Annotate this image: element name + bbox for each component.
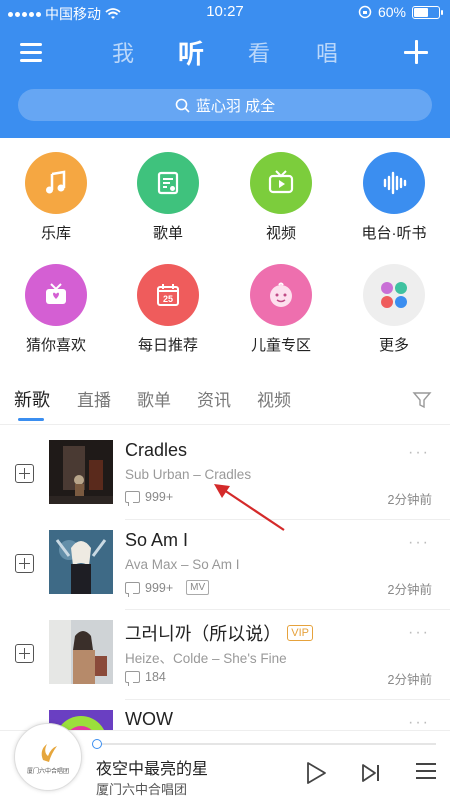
choir-logo <box>41 743 57 762</box>
search-bar[interactable]: 蓝心羽 成全 <box>18 89 432 121</box>
menu-icon[interactable] <box>20 43 42 62</box>
category-radio-audiobooks[interactable]: 电台·听书 <box>344 152 444 243</box>
song-title: So Am I <box>125 530 189 550</box>
search-placeholder: 蓝心羽 成全 <box>195 97 276 115</box>
tab-videos[interactable]: 视频 <box>257 386 291 411</box>
category-guess-you-like[interactable]: 猜你喜欢 <box>6 264 106 355</box>
category-label: 歌单 <box>152 225 183 242</box>
comment-count: 184 <box>145 670 166 684</box>
album-cover[interactable] <box>49 620 113 684</box>
tab-me[interactable]: 我 <box>105 36 141 71</box>
status-bar: 中国移动 10:27 60% <box>0 0 450 26</box>
category-more[interactable]: 更多 <box>344 264 444 355</box>
category-label: 每日推荐 <box>137 337 198 354</box>
calendar-date: 25 <box>163 294 173 304</box>
comment-icon <box>125 581 140 597</box>
playlist-queue-icon[interactable] <box>416 763 436 783</box>
more-options-icon[interactable]: ··· <box>408 624 430 642</box>
song-artist: Heize、Colde – She's Fine <box>125 651 287 666</box>
add-icon[interactable] <box>404 40 428 64</box>
song-meta: 184 <box>125 670 166 686</box>
album-cover[interactable] <box>49 530 113 594</box>
tv-icon <box>250 152 312 214</box>
song-meta: 999+ <box>125 490 174 506</box>
soundwave-icon <box>363 152 425 214</box>
filter-icon[interactable] <box>412 390 432 410</box>
progress-bar[interactable] <box>92 739 436 749</box>
category-music-library[interactable]: 乐库 <box>6 152 106 243</box>
more-options-icon[interactable]: ··· <box>408 714 430 730</box>
category-label: 乐库 <box>40 225 71 242</box>
category-kids-zone[interactable]: 儿童专区 <box>231 264 331 355</box>
more-options-icon[interactable]: ··· <box>408 534 430 552</box>
song-title: Cradles <box>125 440 188 460</box>
vip-badge: VIP <box>287 625 313 641</box>
song-meta: 999+ MV <box>125 580 210 597</box>
song-title: 그러니까（所以说） VIP <box>125 620 313 646</box>
category-label: 视频 <box>265 225 296 242</box>
next-track-icon[interactable] <box>360 762 382 784</box>
now-playing-artist: 厦门六中合唱团 <box>96 782 188 797</box>
active-tab-indicator <box>18 418 44 421</box>
play-icon[interactable] <box>305 761 327 785</box>
mini-player[interactable]: 厦门六中合唱团 夜空中最亮的星 厦门六中合唱团 <box>0 723 450 800</box>
battery-percent: 60% <box>377 4 406 20</box>
album-cover[interactable] <box>49 440 113 504</box>
search-icon <box>175 98 190 113</box>
category-daily-picks[interactable]: 25 每日推荐 <box>118 264 218 355</box>
more-options-icon[interactable]: ··· <box>408 444 430 462</box>
now-playing-title: 夜空中最亮的星 <box>96 761 209 778</box>
song-row[interactable]: WOW ··· <box>0 700 450 730</box>
mv-badge[interactable]: MV <box>186 580 210 595</box>
top-nav: 我 听 看 唱 <box>0 30 450 76</box>
battery-icon <box>412 5 443 19</box>
song-artist: Sub Urban – Cradles <box>125 467 252 482</box>
category-label: 电台·听书 <box>361 225 427 242</box>
song-title-text: 그러니까（所以说） <box>125 624 282 644</box>
song-row[interactable]: Cradles Sub Urban – Cradles 999+ ··· 2分钟… <box>0 430 450 520</box>
song-title: WOW <box>125 709 173 729</box>
comment-count: 999+ <box>145 580 174 595</box>
now-playing-cover[interactable]: 厦门六中合唱团 <box>14 723 82 791</box>
more-grid-icon <box>363 264 425 326</box>
tab-sing[interactable]: 唱 <box>309 36 345 71</box>
calendar-icon: 25 <box>137 264 199 326</box>
tab-playlists[interactable]: 歌单 <box>137 386 171 411</box>
update-time: 2分钟前 <box>387 673 432 687</box>
category-playlists[interactable]: 歌单 <box>118 152 218 243</box>
song-artist: Ava Max – So Am I <box>125 557 240 572</box>
divider <box>0 424 450 425</box>
category-video[interactable]: 视频 <box>231 152 331 243</box>
comment-count: 999+ <box>145 490 174 504</box>
tab-news[interactable]: 资讯 <box>197 386 231 411</box>
comment-icon <box>125 671 140 686</box>
comment-icon <box>125 491 140 506</box>
add-to-playlist-button[interactable] <box>15 644 34 663</box>
music-note-icon <box>25 152 87 214</box>
cover-caption: 厦门六中合唱团 <box>26 768 69 775</box>
tab-live[interactable]: 直播 <box>77 386 111 411</box>
song-row[interactable]: 그러니까（所以说） VIP Heize、Colde – She's Fine 1… <box>0 610 450 700</box>
tab-listen[interactable]: 听 <box>173 34 209 71</box>
playlist-icon <box>137 152 199 214</box>
update-time: 2分钟前 <box>387 493 432 507</box>
add-to-playlist-button[interactable] <box>15 554 34 573</box>
main-tabs: 我 听 看 唱 <box>105 36 345 71</box>
add-to-playlist-button[interactable] <box>15 464 34 483</box>
category-label: 猜你喜欢 <box>25 337 86 354</box>
update-time: 2分钟前 <box>387 583 432 597</box>
tab-watch[interactable]: 看 <box>241 36 277 71</box>
song-row[interactable]: So Am I Ava Max – So Am I 999+ MV ··· 2分… <box>0 520 450 610</box>
baby-face-icon <box>250 264 312 326</box>
rotation-lock-icon <box>358 5 372 19</box>
content-tabs: 新歌 直播 歌单 资讯 视频 <box>0 384 450 424</box>
progress-knob[interactable] <box>92 739 102 749</box>
category-label: 儿童专区 <box>250 337 311 354</box>
tab-new-songs[interactable]: 新歌 <box>14 386 50 412</box>
heart-radio-icon <box>25 264 87 326</box>
app-header: 中国移动 10:27 60% 我 听 看 唱 蓝心羽 成全 <box>0 0 450 138</box>
category-label: 更多 <box>378 337 409 354</box>
